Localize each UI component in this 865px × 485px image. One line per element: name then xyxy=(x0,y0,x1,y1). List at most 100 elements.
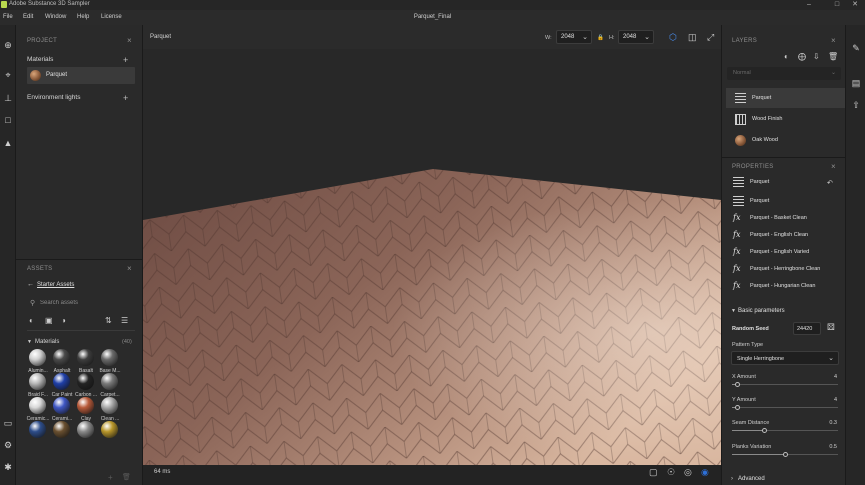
slider-handle[interactable] xyxy=(761,428,767,433)
fullscreen-icon[interactable]: ⤢ xyxy=(707,32,714,42)
add-material-icon[interactable]: + xyxy=(123,56,128,65)
parameter-slider[interactable] xyxy=(732,428,838,433)
chevron-down-icon: ⌄ xyxy=(828,355,834,362)
materials-filter-icon[interactable]: ◐ xyxy=(29,316,34,325)
camera-icon[interactable]: ▢ xyxy=(649,467,658,478)
document-icon[interactable]: ▤ xyxy=(851,78,861,88)
asset-item[interactable]: Alumin... xyxy=(27,349,49,374)
material-ball-icon xyxy=(53,397,70,414)
property-row[interactable]: fx Parquet - Hungarian Clean xyxy=(731,279,841,294)
material-ball-icon xyxy=(77,421,94,438)
perspective-icon[interactable]: ⊥ xyxy=(3,93,13,103)
asset-item[interactable]: Clean ... xyxy=(99,397,121,422)
asset-item[interactable] xyxy=(51,421,73,446)
asset-item[interactable]: Base M... xyxy=(99,349,121,374)
asset-item[interactable]: Carbon ... xyxy=(75,373,97,398)
property-row[interactable]: fx Parquet - Herringbone Clean xyxy=(731,262,841,277)
lock-icon[interactable]: 🔒 xyxy=(597,35,604,41)
add-asset-icon[interactable]: + xyxy=(108,473,113,482)
random-seed-input[interactable]: 24420 xyxy=(793,322,821,335)
asset-item[interactable]: Ceramic... xyxy=(27,397,49,422)
parameter-slider[interactable] xyxy=(732,382,838,387)
add-layer-icon[interactable]: ⨁ xyxy=(798,52,806,61)
layer-item-wood-finish[interactable]: Wood Finish xyxy=(726,109,846,129)
asset-item[interactable]: Braid F... xyxy=(27,373,49,398)
asset-search-input[interactable] xyxy=(40,298,130,308)
property-row[interactable]: fx Parquet - English Varied xyxy=(731,245,841,260)
asset-item[interactable] xyxy=(99,421,121,446)
slider-handle[interactable] xyxy=(735,382,741,387)
edit-icon[interactable]: ✎ xyxy=(851,43,861,53)
slider-handle[interactable] xyxy=(735,405,741,410)
3d-view-icon[interactable]: ⬡ xyxy=(669,32,677,42)
material-ball-icon xyxy=(29,397,46,414)
add-environment-light-icon[interactable]: + xyxy=(123,94,128,103)
asset-item[interactable] xyxy=(75,421,97,446)
layer-item-parquet[interactable]: Parquet xyxy=(726,88,846,108)
asset-item[interactable]: Cerami... xyxy=(51,397,73,422)
close-project-panel-icon[interactable]: × xyxy=(127,36,132,45)
height-select[interactable]: 2048 ⌄ xyxy=(618,30,654,44)
property-row[interactable]: Parquet xyxy=(731,194,841,209)
pattern-type-label: Pattern Type xyxy=(732,342,764,348)
export-icon[interactable]: ▭ xyxy=(3,418,13,428)
randomize-dice-icon[interactable]: ⚄ xyxy=(827,322,835,333)
asset-item[interactable]: Basalt xyxy=(75,349,97,374)
collapse-chevron-icon[interactable]: ▼ xyxy=(731,308,736,314)
environment-filter-icon[interactable]: ◑ xyxy=(61,316,66,325)
asset-item[interactable]: Carpet... xyxy=(99,373,121,398)
add-icon[interactable]: ⊕ xyxy=(3,40,13,50)
bug-icon[interactable]: ✱ xyxy=(3,462,13,472)
environment-icon[interactable]: ◎ xyxy=(684,467,692,478)
layer-item-oak-wood[interactable]: Oak Wood xyxy=(726,130,846,150)
pattern-type-select[interactable]: Single Herringbone ⌄ xyxy=(731,351,839,365)
crop-icon[interactable]: ⌖ xyxy=(3,70,13,80)
delete-asset-icon[interactable]: 🗑 xyxy=(122,473,131,481)
slider-value: 0.5 xyxy=(829,444,837,450)
images-filter-icon[interactable]: ▣ xyxy=(45,316,53,325)
asset-item[interactable]: Asphalt xyxy=(51,349,73,374)
asset-item[interactable]: Clay xyxy=(75,397,97,422)
property-label: Parquet - English Clean xyxy=(750,232,809,238)
2d-view-icon[interactable]: ◫ xyxy=(688,32,697,42)
blend-mode-select[interactable]: Normal ⌄ xyxy=(727,67,841,80)
asset-item[interactable]: Car Paint xyxy=(51,373,73,398)
advanced-section-title[interactable]: Advanced xyxy=(738,476,765,482)
parameter-slider[interactable] xyxy=(732,452,838,457)
share-icon[interactable]: ⇧ xyxy=(851,100,861,110)
export-layer-icon[interactable]: ⇩ xyxy=(813,52,820,61)
viewport-title: Parquet xyxy=(150,34,172,40)
close-properties-panel-icon[interactable]: × xyxy=(831,162,836,171)
close-layers-panel-icon[interactable]: × xyxy=(831,36,836,45)
material-preview-icon[interactable]: ◉ xyxy=(701,467,709,478)
frame-icon[interactable]: □ xyxy=(3,115,13,125)
slider-handle[interactable] xyxy=(783,452,788,457)
sort-icon[interactable]: ⇅ xyxy=(105,316,112,325)
material-ball-icon xyxy=(29,349,46,366)
add-filter-icon[interactable]: ◐ xyxy=(784,52,789,61)
3d-viewport[interactable] xyxy=(143,49,721,465)
delete-layer-icon[interactable]: 🗑 xyxy=(828,52,838,61)
reset-icon[interactable]: ↶ xyxy=(827,179,833,187)
minimize-button[interactable]: – xyxy=(795,0,823,10)
back-arrow-icon[interactable]: ← xyxy=(27,281,34,288)
slider-track xyxy=(732,384,838,385)
close-window-button[interactable]: ✕ xyxy=(845,0,865,10)
material-ball-icon xyxy=(53,349,70,366)
settings-icon[interactable]: ⚙ xyxy=(3,440,13,450)
property-row[interactable]: fx Parquet - Basket Clean xyxy=(731,211,841,226)
asset-item[interactable] xyxy=(27,421,49,446)
parameter-slider[interactable] xyxy=(732,405,838,410)
starter-assets-breadcrumb[interactable]: Starter Assets xyxy=(37,282,74,288)
expand-chevron-icon[interactable]: › xyxy=(731,476,733,482)
app-logo-icon xyxy=(1,1,7,8)
width-select[interactable]: 2048 ⌄ xyxy=(556,30,592,44)
light-icon[interactable]: ☉ xyxy=(667,467,675,478)
property-row[interactable]: Parquet xyxy=(731,175,841,190)
project-material-item[interactable]: Parquet xyxy=(27,67,135,84)
collapse-chevron-icon[interactable]: ▼ xyxy=(27,339,32,345)
property-row[interactable]: fx Parquet - English Clean xyxy=(731,228,841,243)
stamp-icon[interactable]: ▲ xyxy=(3,138,13,148)
close-assets-panel-icon[interactable]: × xyxy=(127,264,132,273)
list-view-icon[interactable]: ☰ xyxy=(121,316,128,325)
